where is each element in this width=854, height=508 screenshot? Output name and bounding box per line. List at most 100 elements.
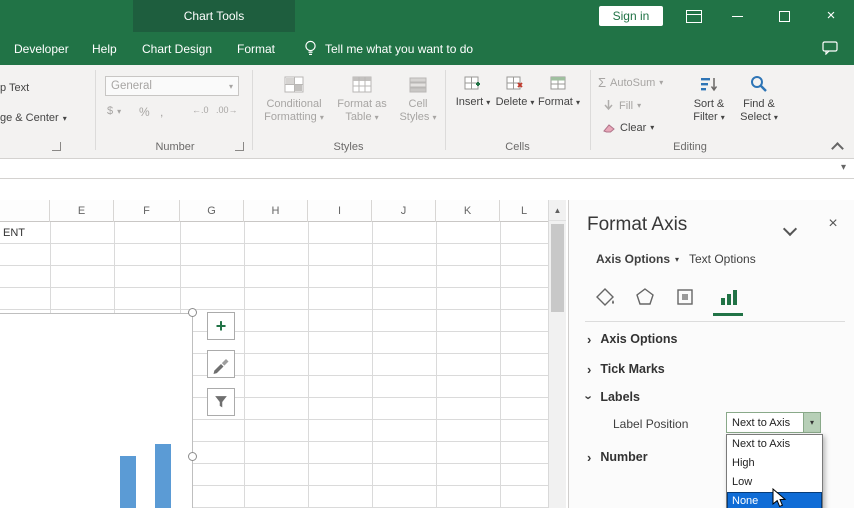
group-divider bbox=[590, 70, 591, 150]
chevron-down-icon: ▾ bbox=[576, 98, 580, 107]
pane-collapse-icon[interactable] bbox=[783, 222, 797, 236]
column-header[interactable]: I bbox=[308, 200, 372, 222]
chevron-down-icon: ▾ bbox=[486, 98, 490, 107]
paint-bucket-icon bbox=[593, 285, 617, 309]
chart-elements-button[interactable]: + bbox=[207, 312, 235, 340]
insert-cells-button[interactable]: Insert ▾ bbox=[452, 70, 494, 150]
formula-bar[interactable]: ▾ bbox=[0, 158, 854, 179]
chevron-down-icon[interactable]: ▾ bbox=[803, 413, 820, 432]
format-as-table-button[interactable]: Format as Table ▾ bbox=[332, 70, 392, 150]
column-header-partial[interactable] bbox=[0, 200, 50, 222]
group-divider bbox=[252, 70, 253, 150]
pane-close-icon[interactable]: × bbox=[823, 214, 843, 234]
button-label: Delete bbox=[496, 96, 528, 108]
minimize-icon[interactable] bbox=[732, 16, 743, 17]
vertical-scrollbar[interactable]: ▲ bbox=[548, 200, 566, 508]
section-labels[interactable]: › Labels bbox=[587, 390, 640, 404]
label-position-label: Label Position bbox=[613, 417, 688, 431]
chevron-down-icon: ▾ bbox=[117, 107, 121, 116]
option-high[interactable]: High bbox=[727, 454, 822, 473]
column-header[interactable]: K bbox=[436, 200, 500, 222]
chart-resize-handle[interactable] bbox=[188, 452, 197, 461]
tab-chart-design[interactable]: Chart Design bbox=[138, 32, 216, 65]
section-tick-marks[interactable]: › Tick Marks bbox=[587, 362, 665, 376]
sigma-icon: Σ bbox=[598, 75, 606, 90]
ribbon-display-options-icon[interactable] bbox=[686, 10, 702, 23]
button-label: Insert bbox=[456, 96, 484, 108]
column-header[interactable]: G bbox=[180, 200, 244, 222]
merge-center-button[interactable]: ge & Center ▾ bbox=[0, 112, 67, 124]
close-window-icon[interactable]: × bbox=[823, 6, 839, 26]
autosum-button[interactable]: Σ AutoSum ▾ bbox=[598, 75, 663, 90]
number-format-combobox[interactable]: General ▾ bbox=[105, 76, 239, 96]
column-header[interactable]: L bbox=[500, 200, 548, 222]
axis-options-category-button[interactable] bbox=[715, 284, 743, 310]
tab-help[interactable]: Help bbox=[88, 32, 121, 65]
cell-value[interactable]: ENT bbox=[3, 222, 25, 244]
delete-cells-button[interactable]: Delete ▾ bbox=[494, 70, 536, 150]
chevron-down-icon: ▾ bbox=[650, 123, 654, 132]
column-header[interactable]: H bbox=[244, 200, 308, 222]
sign-in-button[interactable]: Sign in bbox=[599, 6, 663, 26]
tab-developer[interactable]: Developer bbox=[10, 32, 73, 65]
button-label: Sort & Filter bbox=[693, 98, 724, 123]
sort-filter-button[interactable]: Sort & Filter ▾ bbox=[686, 70, 732, 150]
label-position-dropdown[interactable]: Next to Axis ▾ bbox=[726, 412, 821, 433]
maximize-icon[interactable] bbox=[779, 11, 790, 22]
collapse-ribbon-icon[interactable] bbox=[831, 142, 844, 155]
tab-axis-options[interactable]: Axis Options ▾ bbox=[596, 252, 679, 266]
scroll-up-icon[interactable]: ▲ bbox=[549, 200, 566, 221]
wrap-text-button[interactable]: p Text bbox=[0, 82, 29, 94]
effects-category-button[interactable] bbox=[631, 284, 659, 310]
gridline bbox=[372, 222, 373, 508]
clear-button[interactable]: Clear ▾ bbox=[602, 121, 654, 134]
number-format-value: General bbox=[111, 80, 152, 92]
chevron-down-icon: ▾ bbox=[637, 101, 641, 110]
section-axis-options[interactable]: › Axis Options bbox=[587, 332, 677, 346]
styles-group-label: Styles bbox=[252, 141, 445, 153]
tell-me-search[interactable]: Tell me what you want to do bbox=[303, 32, 473, 65]
size-properties-category-button[interactable] bbox=[671, 284, 699, 310]
button-label: Conditional Formatting bbox=[264, 98, 321, 123]
chart-object[interactable] bbox=[0, 313, 193, 508]
chart-bar[interactable] bbox=[120, 456, 136, 508]
selected-category-underline bbox=[713, 313, 743, 316]
alignment-dialog-launcher[interactable] bbox=[52, 142, 61, 151]
group-divider bbox=[95, 70, 96, 150]
cell-styles-button[interactable]: Cell Styles ▾ bbox=[394, 70, 442, 150]
expand-formula-bar-icon[interactable]: ▾ bbox=[841, 162, 846, 173]
fill-line-category-button[interactable] bbox=[591, 284, 619, 310]
worksheet: E F G H I J K L ENT + bbox=[0, 200, 568, 508]
chart-filters-button[interactable] bbox=[207, 388, 235, 416]
currency-format-button[interactable]: $ ▾ bbox=[107, 105, 121, 117]
find-select-button[interactable]: Find & Select ▾ bbox=[734, 70, 784, 150]
tab-format[interactable]: Format bbox=[233, 32, 279, 65]
section-number[interactable]: › Number bbox=[587, 450, 648, 464]
chevron-down-icon: › bbox=[583, 395, 596, 399]
scrollbar-thumb[interactable] bbox=[551, 224, 564, 312]
percent-format-button[interactable]: % bbox=[139, 105, 150, 119]
editing-group-label: Editing bbox=[590, 141, 790, 153]
tab-text-options[interactable]: Text Options bbox=[689, 252, 756, 266]
option-next-to-axis[interactable]: Next to Axis bbox=[727, 435, 822, 454]
fill-button[interactable]: Fill ▾ bbox=[602, 99, 641, 112]
column-header[interactable]: E bbox=[50, 200, 114, 222]
button-label: Format as Table bbox=[337, 98, 387, 123]
paintbrush-icon bbox=[211, 354, 231, 374]
increase-decimal-button[interactable]: ←.0 bbox=[192, 105, 209, 115]
conditional-formatting-button[interactable]: Conditional Formatting ▾ bbox=[256, 70, 332, 150]
column-header[interactable]: F bbox=[114, 200, 180, 222]
button-label: Format bbox=[538, 96, 573, 108]
comma-format-button[interactable]: , bbox=[160, 105, 163, 119]
sort-filter-icon bbox=[698, 74, 720, 96]
comment-icon[interactable] bbox=[822, 41, 838, 55]
chart-resize-handle[interactable] bbox=[188, 308, 197, 317]
chart-bar[interactable] bbox=[155, 444, 171, 508]
number-group-label: Number bbox=[105, 141, 245, 153]
chevron-down-icon: ▾ bbox=[375, 113, 379, 122]
decrease-decimal-button[interactable]: .00→ bbox=[216, 105, 238, 115]
chart-tools-context-label: Chart Tools bbox=[133, 0, 295, 32]
column-header[interactable]: J bbox=[372, 200, 436, 222]
chart-styles-button[interactable] bbox=[207, 350, 235, 378]
format-cells-button[interactable]: Format ▾ bbox=[536, 70, 582, 150]
